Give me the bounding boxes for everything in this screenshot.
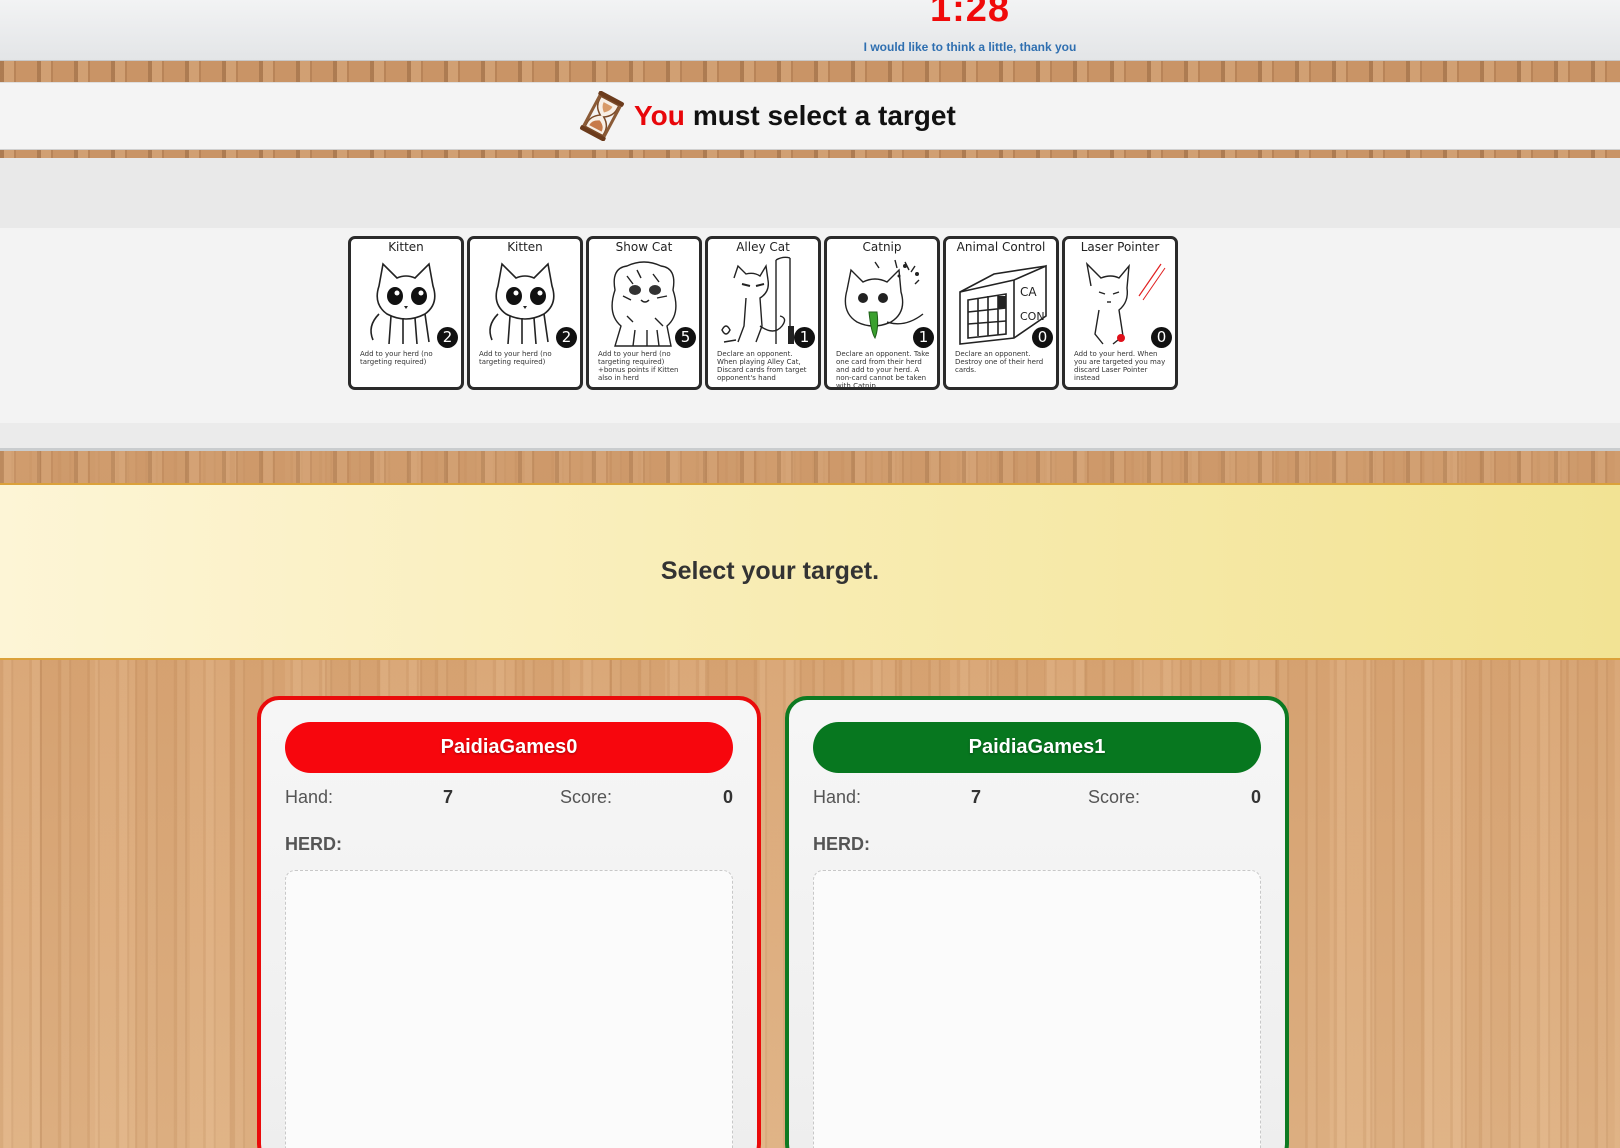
hourglass-icon bbox=[580, 91, 624, 141]
hand-area: Kitten 2 Add to your herd (no targeting … bbox=[0, 158, 1620, 451]
card-value: 1 bbox=[913, 327, 934, 348]
card-value: 0 bbox=[1032, 327, 1053, 348]
card-title: Kitten bbox=[507, 240, 543, 254]
top-status-bar: 1:28 I would like to think a little, tha… bbox=[0, 0, 1620, 61]
hand-card[interactable]: Kitten 2 Add to your herd (no targeting … bbox=[348, 236, 464, 390]
think-more-link[interactable]: I would like to think a little, thank yo… bbox=[820, 40, 1120, 54]
prompt-bar: You must select a target bbox=[0, 82, 1620, 150]
wood-strip-lower bbox=[0, 451, 1620, 483]
hand-card[interactable]: Show Cat 5 Add to your herd (no targetin… bbox=[586, 236, 702, 390]
hand-count: 7 bbox=[443, 787, 454, 807]
herd-label: HERD: bbox=[285, 834, 342, 854]
score-label: Score: bbox=[1088, 787, 1141, 807]
score-label: Score: bbox=[560, 787, 613, 807]
hand-label: Hand: bbox=[813, 787, 862, 807]
hand-count: 7 bbox=[971, 787, 982, 807]
player-panel-paidiagames0[interactable]: PaidiaGames0 Hand: 7 Score: 0 HERD: bbox=[257, 696, 761, 1148]
card-value: 5 bbox=[675, 327, 696, 348]
card-title: Animal Control bbox=[956, 240, 1046, 254]
card-text: Declare an opponent. Take one card from … bbox=[836, 350, 930, 390]
card-text: Declare an opponent. When playing Alley … bbox=[717, 350, 807, 382]
card-title: Laser Pointer bbox=[1080, 240, 1160, 254]
card-title: Kitten bbox=[388, 240, 424, 254]
prompt-text: must select a target bbox=[692, 100, 956, 131]
card-value: 0 bbox=[1151, 327, 1172, 348]
hand-area-top-shade bbox=[0, 158, 1620, 228]
card-title: Show Cat bbox=[615, 240, 673, 254]
card-value: 2 bbox=[437, 327, 458, 348]
player-name-badge[interactable]: PaidiaGames1 bbox=[813, 722, 1261, 773]
herd-label: HERD: bbox=[813, 834, 870, 854]
card-text: Add to your herd. When you are targeted … bbox=[1074, 350, 1166, 382]
hand-label: Hand: bbox=[285, 787, 334, 807]
player-stats: Hand: 7 Score: 0 bbox=[285, 787, 733, 811]
svg-text:CA: CA bbox=[1020, 285, 1037, 299]
hand-card[interactable]: Animal Control CA CON 0 Declare an oppon… bbox=[943, 236, 1059, 390]
instruction-banner: Select your target. bbox=[0, 483, 1620, 660]
score-value: 0 bbox=[722, 787, 733, 807]
hand-card[interactable]: Laser Pointer 0 Add to your herd. When y… bbox=[1062, 236, 1178, 390]
card-text: Add to your herd (no targeting required) bbox=[479, 350, 552, 366]
hand-cards: Kitten 2 Add to your herd (no targeting … bbox=[348, 236, 1178, 390]
card-title: Alley Cat bbox=[736, 240, 790, 254]
card-value: 1 bbox=[794, 327, 815, 348]
player-name-badge[interactable]: PaidiaGames0 bbox=[285, 722, 733, 773]
prompt-you: You bbox=[634, 100, 685, 131]
wood-strip-top bbox=[0, 60, 1620, 82]
herd-area[interactable] bbox=[813, 870, 1261, 1148]
player-stats: Hand: 7 Score: 0 bbox=[813, 787, 1261, 811]
hand-area-bottom-shade bbox=[0, 423, 1620, 448]
instruction-text: Select your target. bbox=[660, 557, 880, 585]
svg-text:CON: CON bbox=[1020, 310, 1045, 323]
card-text: Declare an opponent. Destroy one of thei… bbox=[955, 350, 1044, 374]
player-panel-paidiagames1[interactable]: PaidiaGames1 Hand: 7 Score: 0 HERD: bbox=[785, 696, 1289, 1148]
hand-card[interactable]: Kitten 2 Add to your herd (no targeting … bbox=[467, 236, 583, 390]
score-value: 0 bbox=[1250, 787, 1261, 807]
card-value: 2 bbox=[556, 327, 577, 348]
hand-card[interactable]: Catnip 1 Declare an opponent. Take one c… bbox=[824, 236, 940, 390]
card-text: Add to your herd (no targeting required) bbox=[360, 350, 433, 366]
turn-timer: 1:28 bbox=[929, 0, 1011, 30]
prompt-message: You must select a target bbox=[578, 91, 956, 141]
herd-area[interactable] bbox=[285, 870, 733, 1148]
hand-card[interactable]: Alley Cat 1 Declare an opponent. When pl… bbox=[705, 236, 821, 390]
card-title: Catnip bbox=[862, 240, 902, 254]
card-text: Add to your herd (no targeting required)… bbox=[598, 350, 679, 382]
